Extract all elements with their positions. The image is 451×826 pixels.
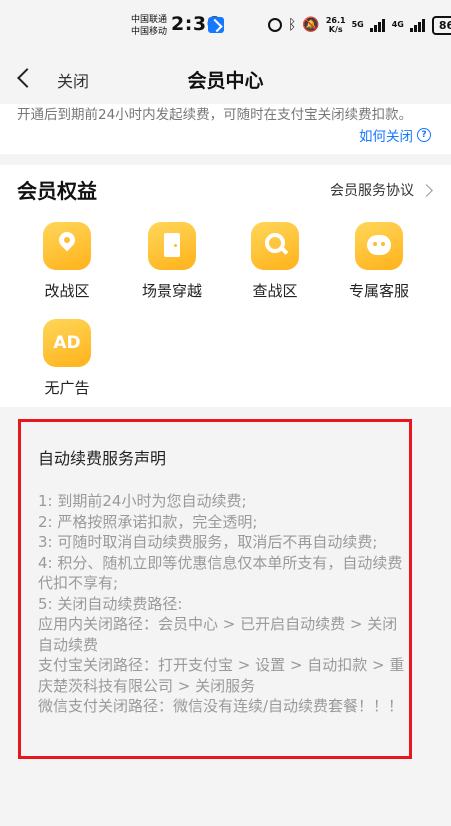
network-type-2: 4G xyxy=(391,20,404,29)
status-bar: 中国联通 中国移动 2:36 ᛒ 🔕 26.1 K/s 5G 4G 86 xyxy=(0,0,451,52)
customer-service-icon xyxy=(355,222,403,270)
benefit-label: 改战区 xyxy=(44,282,90,300)
network-type-1: 5G xyxy=(351,20,364,29)
statement-line: 5: 关闭自动续费路径: xyxy=(38,594,183,613)
battery-level: 86 xyxy=(431,15,451,35)
auto-renew-statement-section: 自动续费服务声明 1: 到期前24小时为您自动续费; 2: 严格按照承诺扣款，完… xyxy=(0,407,451,826)
alarm-icon xyxy=(268,18,282,32)
how-to-close-label: 如何关闭 xyxy=(359,129,413,145)
statement-line: 4: 积分、随机立即等优惠信息仅本单所支有，自动续费代扣不享有; xyxy=(38,553,403,593)
bluetooth-icon: ᛒ xyxy=(288,17,297,33)
benefit-scene-travel[interactable]: 场景穿越 xyxy=(127,222,217,301)
statement-highlight-box: 自动续费服务声明 1: 到期前24小时为您自动续费; 2: 严格按照承诺扣款，完… xyxy=(18,419,412,759)
statement-line: 微信支付关闭路径：微信没有连续/自动续费套餐！！！ xyxy=(38,697,404,715)
benefit-change-zone[interactable]: 改战区 xyxy=(22,222,112,301)
app-notification-icon xyxy=(208,17,224,33)
statement-line: 2: 严格按照承诺扣款，完全透明; xyxy=(38,512,258,531)
benefit-label: 无广告 xyxy=(44,379,90,397)
ad-icon-text: AD xyxy=(53,333,81,353)
benefits-title: 会员权益 xyxy=(17,179,97,203)
network-speed: 26.1 K/s xyxy=(326,16,346,34)
statement-line: 3: 可随时取消自动续费服务，取消后不再自动续费; xyxy=(38,533,378,551)
agreement-label: 会员服务协议 xyxy=(330,183,414,199)
statement-line: 应用内关闭路径：会员中心 > 已开启自动续费 > 关闭自动续费 xyxy=(38,615,398,654)
statement-line: 1: 到期前24小时为您自动续费; xyxy=(38,492,247,510)
benefit-label: 查战区 xyxy=(252,282,298,300)
how-to-close-link[interactable]: 如何关闭 ? xyxy=(359,125,431,145)
statement-title: 自动续费服务声明 xyxy=(38,449,167,468)
statement-line: 支付宝关闭路径：打开支付宝 > 设置 > 自动扣款 > 重庆楚茨科技有限公司 >… xyxy=(38,656,405,695)
network-speed-value: 26.1 xyxy=(325,16,346,25)
carrier-names: 中国联通 中国移动 xyxy=(131,14,167,38)
benefit-no-ads[interactable]: AD 无广告 xyxy=(22,319,112,398)
benefit-customer-service[interactable]: 专属客服 xyxy=(334,222,424,301)
network-speed-unit: K/s xyxy=(328,25,343,34)
service-agreement-link[interactable]: 会员服务协议 xyxy=(330,180,433,200)
status-indicators: ᛒ 🔕 26.1 K/s 5G 4G 86 xyxy=(268,14,451,36)
door-icon xyxy=(148,222,196,270)
search-q-icon xyxy=(251,222,299,270)
chevron-right-icon xyxy=(420,183,433,197)
help-icon: ? xyxy=(417,128,431,142)
ad-icon: AD xyxy=(43,319,91,367)
signal-1-icon xyxy=(369,18,386,32)
statement-list: 1: 到期前24小时为您自动续费; 2: 严格按照承诺扣款，完全透明; 3: 可… xyxy=(38,491,408,717)
benefit-label: 专属客服 xyxy=(348,282,409,300)
page-title: 会员中心 xyxy=(187,70,264,92)
benefit-label: 场景穿越 xyxy=(141,282,202,300)
mute-bell-icon: 🔕 xyxy=(302,17,320,33)
benefit-check-zone[interactable]: 查战区 xyxy=(230,222,320,301)
nav-bar: 关闭 会员中心 xyxy=(0,52,451,104)
carrier-2: 中国移动 xyxy=(131,27,168,37)
carrier-1: 中国联通 xyxy=(131,15,168,25)
signal-2-icon xyxy=(409,18,426,32)
notice-text: 开通后到期前24小时内发起续费，可随时在支付宝关闭续费扣款。 xyxy=(17,107,413,123)
member-benefits-section: 会员权益 会员服务协议 改战区 场景穿越 查战区 专属客服 AD 无广告 xyxy=(0,165,451,407)
location-pin-icon xyxy=(43,222,91,270)
auto-renew-notice: 开通后到期前24小时内发起续费，可随时在支付宝关闭续费扣款。 如何关闭 ? xyxy=(0,104,451,154)
